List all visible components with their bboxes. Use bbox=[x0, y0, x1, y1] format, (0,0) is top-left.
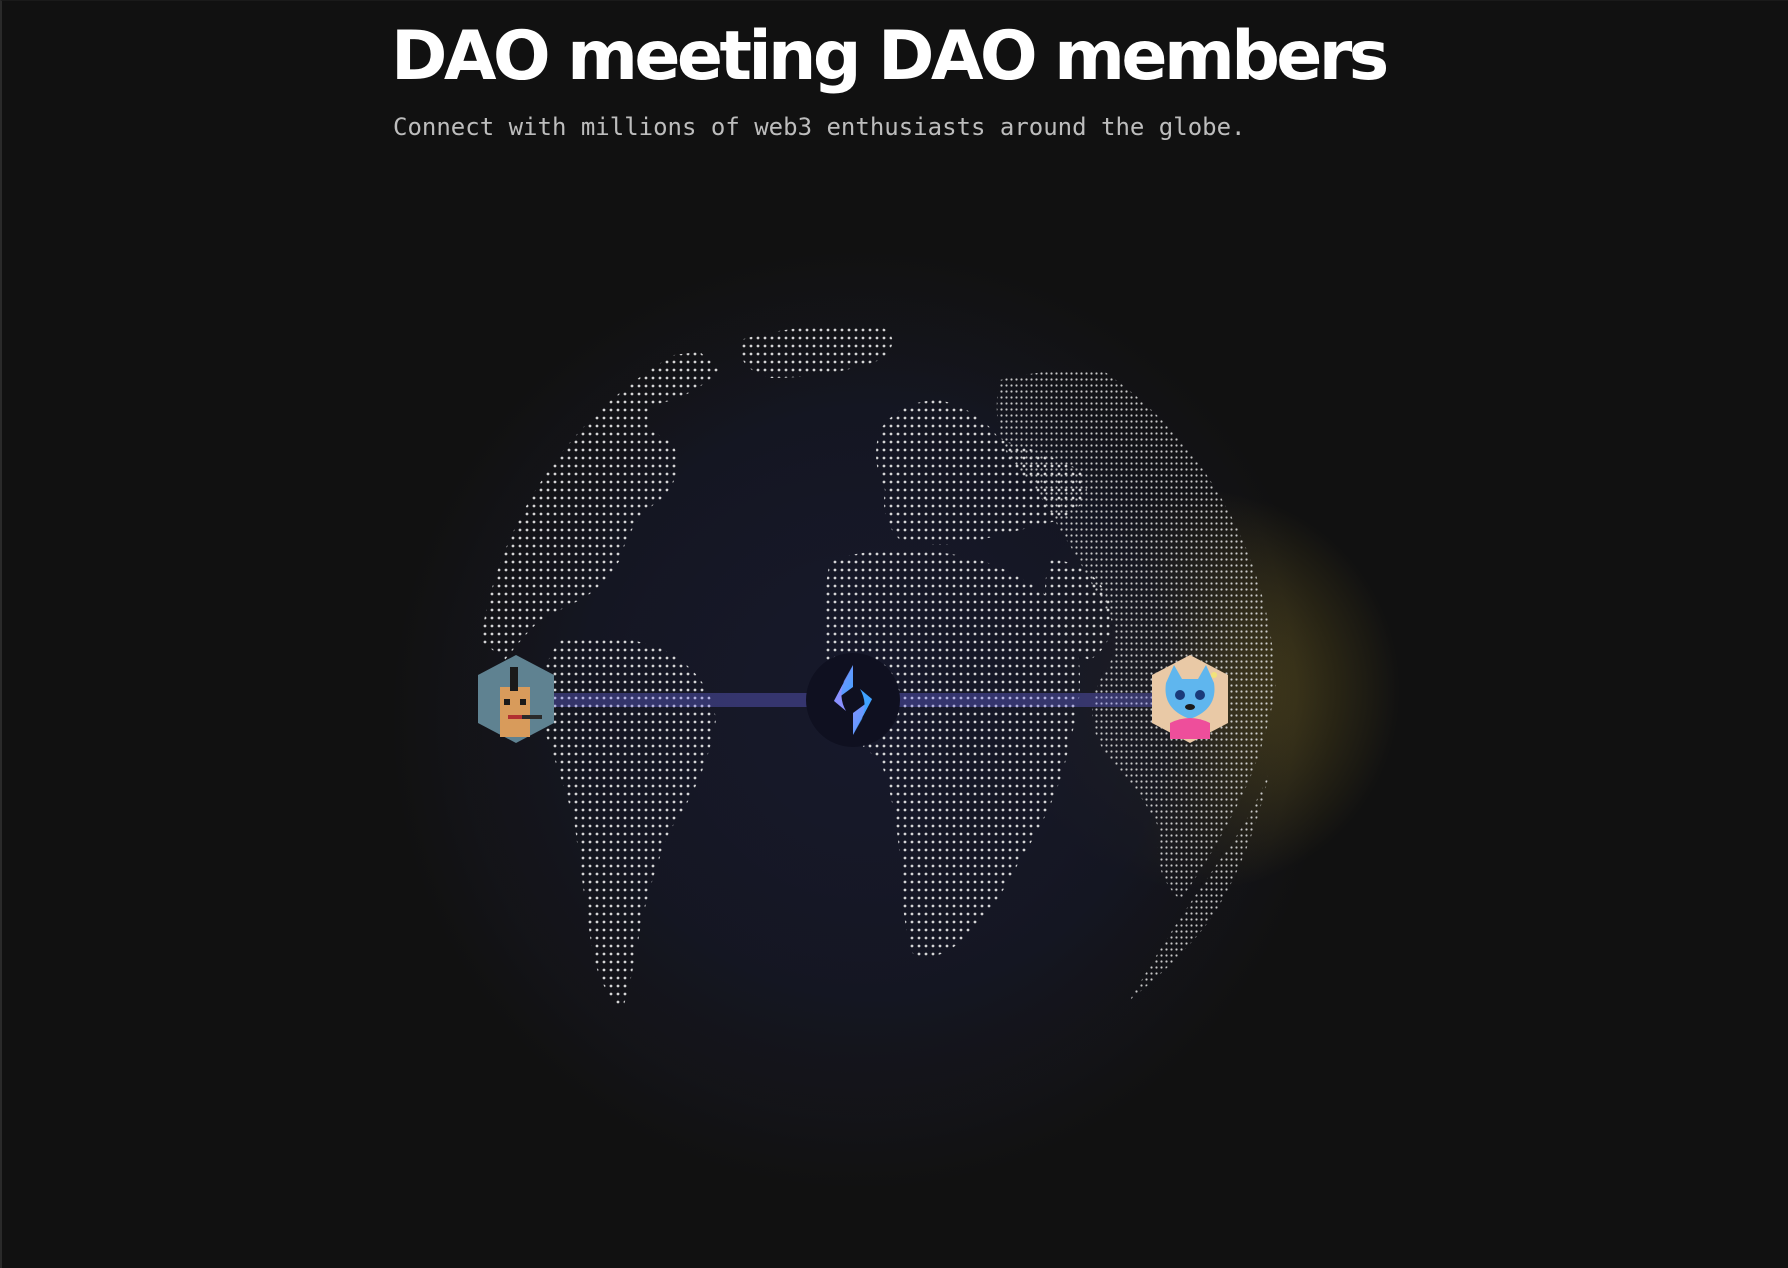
dotted-globe bbox=[390, 250, 1400, 1190]
ens-logo-icon[interactable] bbox=[804, 651, 902, 749]
blue-cat-avatar-icon[interactable] bbox=[1144, 653, 1236, 745]
pixel-punk-avatar-icon[interactable] bbox=[470, 653, 562, 745]
